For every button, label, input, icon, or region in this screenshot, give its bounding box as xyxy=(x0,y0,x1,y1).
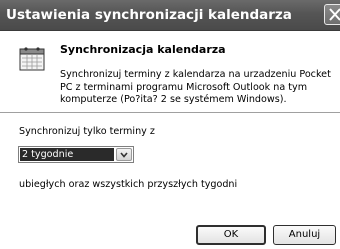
calendar-icon xyxy=(19,47,45,71)
sync-period-label: Synchronizuj tylko terminy z xyxy=(19,126,155,137)
range-description-label: ubiegłych oraz wszystkich przyszłych tyg… xyxy=(19,179,238,190)
header-area: Synchronizacja kalendarza Synchronizuj t… xyxy=(0,31,340,108)
cancel-button[interactable]: Anuluj xyxy=(273,225,336,245)
close-icon xyxy=(329,8,340,21)
divider xyxy=(0,112,340,114)
window-title: Ustawienia synchronizacji kalendarza xyxy=(6,7,292,23)
ok-button[interactable]: OK xyxy=(196,225,266,245)
section-heading: Synchronizacja kalendarza xyxy=(60,43,226,56)
dropdown-button[interactable] xyxy=(116,148,132,161)
sync-period-value: 2 tygodnie xyxy=(20,148,114,161)
section-description: Synchronizuj terminy z kalendarza na urz… xyxy=(60,69,331,105)
sync-period-select[interactable]: 2 tygodnie xyxy=(18,146,134,163)
chevron-down-icon xyxy=(120,152,128,158)
close-button[interactable] xyxy=(324,4,340,25)
title-bar[interactable]: Ustawienia synchronizacji kalendarza xyxy=(0,0,340,31)
